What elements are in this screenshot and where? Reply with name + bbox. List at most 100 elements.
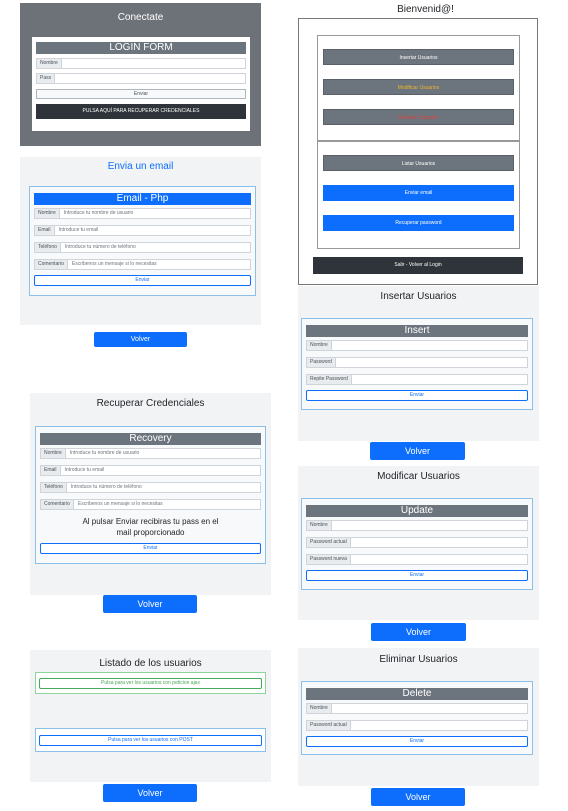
recover-credentials-button[interactable]: PULSA AQUÍ PARA RECUPERAR CREDENCIALES: [36, 104, 246, 119]
pass-row: Pass: [36, 73, 246, 84]
listing-title: Listado de los usuarios: [99, 658, 202, 669]
listing-panel: Listado de los usuarios Pulsa para ver l…: [30, 650, 271, 782]
recovery-panel: Recuperar Credenciales Recovery Nombre I…: [30, 393, 271, 595]
modify-back-button[interactable]: Volver: [371, 623, 466, 641]
listing-post-box: Pulsa para ver los usuarios con POST: [35, 728, 266, 752]
email-row-comment: Comentario Escribenos un mensaje si lo n…: [34, 259, 251, 270]
insert-row-password: Password: [306, 357, 528, 368]
insert-title: Insertar Usuarios: [380, 291, 457, 302]
login-panel: Conectate LOGIN FORM Nombre Pass Enviar …: [20, 3, 261, 146]
delete-panel: Eliminar Usuarios Delete Nombre Password…: [298, 648, 539, 786]
email-row-email: Email Introduce tu email: [34, 225, 251, 236]
recovery-row-email: Email Introduce tu email: [40, 465, 261, 476]
modify-users-button[interactable]: Modificar Usuarios: [323, 79, 514, 95]
recovery-submit-button[interactable]: Enviar: [40, 543, 261, 554]
recovery-comment-input[interactable]: Escribenos un mensaje si lo necesitas: [72, 499, 261, 510]
recovery-back-button[interactable]: Volver: [103, 595, 197, 613]
recovery-form: Recovery Nombre Introduce tu nombre de u…: [35, 426, 266, 564]
login-title: Conectate: [117, 12, 164, 23]
modify-row-current: Password actual: [306, 537, 528, 548]
menu-title: Bienvenid@!: [397, 4, 454, 15]
insert-row-name: Nombre: [306, 340, 528, 351]
send-email-button[interactable]: Enviar email: [323, 185, 514, 201]
email-panel: Envia un email Email - Php Nombre Introd…: [20, 157, 261, 325]
email-row-phone: Teléfono Introduce tu número de teléfono: [34, 242, 251, 253]
email-submit-button[interactable]: Enviar: [34, 275, 251, 286]
modify-current-label: Password actual: [306, 537, 350, 548]
delete-name-label: Nombre: [306, 703, 331, 714]
delete-row-password: Password actual: [306, 720, 528, 731]
email-form: Email - Php Nombre Introduce tu nombre d…: [29, 186, 256, 296]
delete-title: Eliminar Usuarios: [379, 654, 458, 665]
recovery-comment-label: Comentario: [40, 499, 73, 510]
email-email-input[interactable]: Introduce tu email: [53, 225, 251, 236]
pass-input[interactable]: [54, 73, 246, 84]
list-ajax-button[interactable]: Pulsa para ver los usuarios con peticion…: [39, 678, 262, 689]
delete-password-input[interactable]: [349, 720, 528, 731]
email-row-name: Nombre Introduce tu nombre de usuario: [34, 208, 251, 219]
modify-row-name: Nombre: [306, 520, 528, 531]
listing-back-button[interactable]: Volver: [103, 784, 197, 802]
delete-back-button[interactable]: Volver: [371, 788, 465, 806]
modify-new-input[interactable]: [349, 554, 528, 565]
email-comment-label: Comentario: [34, 259, 67, 270]
delete-users-button[interactable]: Eliminar Usuarios: [323, 109, 514, 125]
modify-title: Modificar Usuarios: [377, 471, 460, 482]
recover-password-button[interactable]: Recuperar password: [323, 215, 514, 231]
insert-password-label: Password: [306, 357, 335, 368]
email-back-button[interactable]: Volver: [94, 332, 187, 347]
insert-name-input[interactable]: [330, 340, 528, 351]
recovery-note: Al pulsar Enviar recibiras tu pass en el…: [82, 517, 219, 537]
menu-box-bottom: Listar Usuarios Enviar email Recuperar p…: [317, 141, 520, 249]
delete-name-input[interactable]: [330, 703, 528, 714]
email-phone-input[interactable]: Introduce tu número de teléfono: [59, 242, 251, 253]
email-name-label: Nombre: [34, 208, 59, 219]
insert-password-input[interactable]: [334, 357, 528, 368]
menu-panel: Insertar Usuarios Modificar Usuarios Eli…: [298, 18, 538, 285]
insert-repeat-input[interactable]: [350, 374, 528, 385]
pass-label: Pass: [36, 73, 55, 84]
modify-submit-button[interactable]: Enviar: [306, 570, 528, 581]
email-comment-input[interactable]: Escribenos un mensaje si lo necesitas: [66, 259, 251, 270]
insert-form: Insert Nombre Password Repite Password E…: [301, 318, 533, 410]
insert-users-button[interactable]: Insertar Usuarios: [323, 49, 514, 65]
modify-row-new: Password nueva: [306, 554, 528, 565]
recovery-name-label: Nombre: [40, 448, 65, 459]
insert-submit-button[interactable]: Enviar: [306, 390, 528, 401]
modify-name-label: Nombre: [306, 520, 331, 531]
recovery-phone-label: Teléfono: [40, 482, 66, 493]
insert-name-label: Nombre: [306, 340, 331, 351]
modify-form-title: Update: [306, 505, 528, 517]
modify-name-input[interactable]: [330, 520, 528, 531]
logout-button[interactable]: Salir - Volver al Login: [313, 257, 523, 274]
name-label: Nombre: [36, 58, 61, 69]
recovery-form-title: Recovery: [40, 433, 261, 445]
delete-form: Delete Nombre Password actual Enviar: [301, 681, 533, 755]
recovery-email-label: Email: [40, 465, 60, 476]
login-form: LOGIN FORM Nombre Pass Enviar PULSA AQUÍ…: [32, 37, 250, 131]
insert-repeat-label: Repite Password: [306, 374, 351, 385]
insert-panel: Insertar Usuarios Insert Nombre Password…: [298, 286, 539, 441]
name-row: Nombre: [36, 58, 246, 69]
recovery-email-input[interactable]: Introduce tu email: [59, 465, 261, 476]
list-post-button[interactable]: Pulsa para ver los usuarios con POST: [39, 735, 262, 746]
email-email-label: Email: [34, 225, 54, 236]
insert-row-repeat: Repite Password: [306, 374, 528, 385]
email-phone-label: Teléfono: [34, 242, 60, 253]
login-form-title: LOGIN FORM: [36, 42, 246, 54]
insert-back-button[interactable]: Volver: [370, 442, 465, 460]
modify-new-label: Password nueva: [306, 554, 350, 565]
delete-submit-button[interactable]: Enviar: [306, 736, 528, 747]
email-name-input[interactable]: Introduce tu nombre de usuario: [58, 208, 251, 219]
name-input[interactable]: [60, 58, 246, 69]
email-form-title: Email - Php: [34, 193, 251, 205]
insert-form-title: Insert: [306, 325, 528, 337]
list-users-button[interactable]: Listar Usuarios: [323, 155, 514, 171]
email-title: Envia un email: [107, 161, 174, 172]
recovery-phone-input[interactable]: Introduce tu número de teléfono: [65, 482, 261, 493]
listing-ajax-box: Pulsa para ver los usuarios con peticion…: [35, 672, 266, 694]
recovery-name-input[interactable]: Introduce tu nombre de usuario: [64, 448, 261, 459]
modify-current-input[interactable]: [349, 537, 528, 548]
recovery-row-comment: Comentario Escribenos un mensaje si lo n…: [40, 499, 261, 510]
login-submit-button[interactable]: Enviar: [36, 89, 246, 99]
